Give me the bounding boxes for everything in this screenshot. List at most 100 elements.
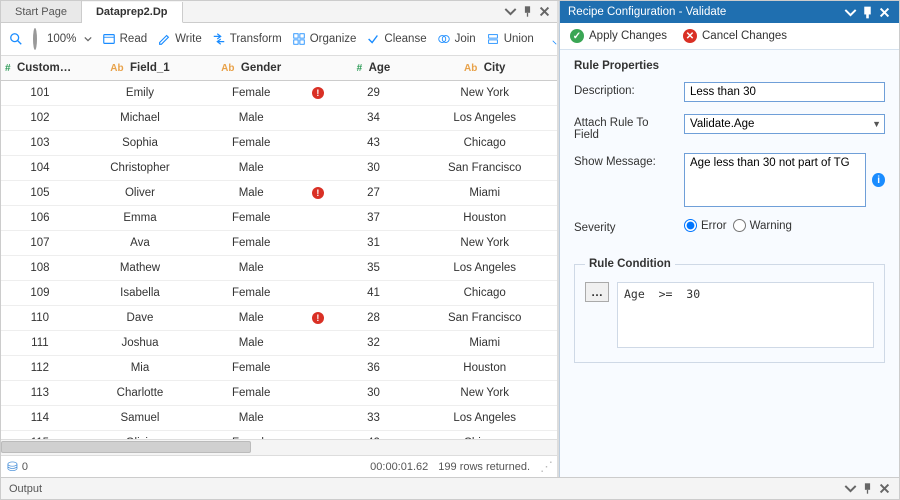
type-indicator: Ab [221,63,234,74]
error-icon: ! [312,312,324,324]
toolbar-organize-button[interactable]: Organize [292,32,357,46]
cell-age: 30 [335,381,413,406]
table-row[interactable]: 110DaveMale!28San Francisco [1,306,557,331]
cell-customer-id: 112 [1,356,79,381]
cell-customer-id: 107 [1,231,79,256]
table-row[interactable]: 101EmilyFemale!29New York [1,81,557,106]
table-row[interactable]: 115OliviaFemale42Chicago [1,431,557,439]
table-row[interactable]: 108MathewMale35Los Angeles [1,256,557,281]
table-row[interactable]: 105OliverMale!27Miami [1,181,557,206]
cell-age: 30 [335,156,413,181]
cancel-changes-button[interactable]: ✕Cancel Changes [683,29,787,43]
column-header-field_1[interactable]: Ab Field_1 [79,56,201,81]
table-row[interactable]: 106EmmaFemale37Houston [1,206,557,231]
cell-gender: Male [201,156,301,181]
join-icon [437,32,451,46]
table-row[interactable]: 107AvaFemale31New York [1,231,557,256]
table-row[interactable]: 103SophiaFemale43Chicago [1,131,557,156]
cell-field-1: Dave [79,306,201,331]
panel-pin-icon[interactable] [861,6,874,19]
severity-error-radio[interactable]: Error [684,219,727,232]
output-close-icon[interactable] [878,482,891,495]
cell-validation [301,431,334,439]
tab-start-page[interactable]: Start Page [1,1,82,22]
output-pin-icon[interactable] [861,482,874,495]
cell-city: Chicago [412,431,557,439]
panel-close-icon[interactable] [878,6,891,19]
cell-field-1: Christopher [79,156,201,181]
table-row[interactable]: 102MichaelMale34Los Angeles [1,106,557,131]
attach-field-combo[interactable] [684,114,885,134]
expression-builder-button[interactable]: … [585,282,609,302]
cell-city: Houston [412,206,557,231]
recipe-config-panel: Recipe Configuration - Validate ✓Apply C… [559,1,899,477]
cell-age: 28 [335,306,413,331]
table-row[interactable]: 112MiaFemale36Houston [1,356,557,381]
close-tab-icon[interactable] [538,5,551,18]
zoom-level[interactable]: 100% [47,33,92,45]
cell-field-1: Sophia [79,131,201,156]
disk-icon: ⛁ [7,459,18,475]
table-row[interactable]: 114SamuelMale33Los Angeles [1,406,557,431]
cell-customer-id: 104 [1,156,79,181]
cell-gender: Female [201,231,301,256]
cell-field-1: Olivia [79,431,201,439]
info-icon[interactable]: i [872,173,885,187]
severity-warning-radio[interactable]: Warning [733,219,792,232]
cell-age: 37 [335,206,413,231]
document-tabs: Start Page Dataprep2.Dp [1,1,557,23]
lookup-icon [544,32,558,46]
rule-condition-text[interactable]: Age >= 30 [617,282,874,348]
column-header-age[interactable]: # Age [335,56,413,81]
status-elapsed-time: 00:00:01.62 [370,461,428,473]
toolbar-join-button[interactable]: Join [437,32,476,46]
table-row[interactable]: 113CharlotteFemale30New York [1,381,557,406]
apply-changes-button[interactable]: ✓Apply Changes [570,29,667,43]
output-tab[interactable]: Output [9,483,42,495]
panel-menu-dropdown-icon[interactable] [844,6,857,19]
table-row[interactable]: 104ChristopherMale 30San Francisco [1,156,557,181]
status-row-count: 199 rows returned. [438,461,530,473]
tab-menu-dropdown-icon[interactable] [504,5,517,18]
data-grid[interactable]: # Customer_IDAb Field_1Ab Gender # AgeAb … [1,56,557,439]
tab-dataprep-file[interactable]: Dataprep2.Dp [82,2,183,23]
toolbar-transform-button[interactable]: Transform [212,32,282,46]
table-row[interactable]: 109IsabellaFemale41Chicago [1,281,557,306]
cell-city: San Francisco [412,156,557,181]
magnifier-icon[interactable] [9,32,23,46]
type-indicator: # [5,63,11,74]
toolbar-write-button[interactable]: Write [157,32,202,46]
output-menu-dropdown-icon[interactable] [844,482,857,495]
attach-field-label: Attach Rule To Field [574,114,676,141]
resize-grip-icon[interactable]: ⋰ [540,459,551,475]
table-row[interactable]: 111JoshuaMale32Miami [1,331,557,356]
toolbar-cleanse-button[interactable]: Cleanse [366,32,426,46]
type-indicator: Ab [110,63,123,74]
error-icon: ! [312,187,324,199]
cell-customer-id: 114 [1,406,79,431]
toolbar-read-button[interactable]: Read [102,32,148,46]
rule-condition-heading: Rule Condition [585,258,675,270]
toolbar-union-button[interactable]: Union [486,32,534,46]
cell-field-1: Emma [79,206,201,231]
cell-age: 35 [335,256,413,281]
show-message-label: Show Message: [574,153,676,168]
description-input[interactable] [684,82,885,102]
recipe-toolbar: 100% Read Write Transform Organize Cleanse Jo… [1,23,557,56]
show-message-input[interactable]: Age less than 30 not part of TG [684,153,866,207]
cell-customer-id: 109 [1,281,79,306]
cell-validation [301,356,334,381]
read-icon [102,32,116,46]
cell-gender: Female [201,431,301,439]
organize-icon [292,32,306,46]
horizontal-scrollbar[interactable] [1,439,557,455]
column-header-gender[interactable]: Ab Gender [201,56,301,81]
cell-validation [301,131,334,156]
cell-field-1: Joshua [79,331,201,356]
cell-customer-id: 110 [1,306,79,331]
pin-icon[interactable] [521,5,534,18]
cell-validation [301,381,334,406]
column-header-city[interactable]: Ab City [412,56,557,81]
zoom-reset-button[interactable] [33,28,37,50]
column-header-customer_id[interactable]: # Customer_ID [1,56,79,81]
